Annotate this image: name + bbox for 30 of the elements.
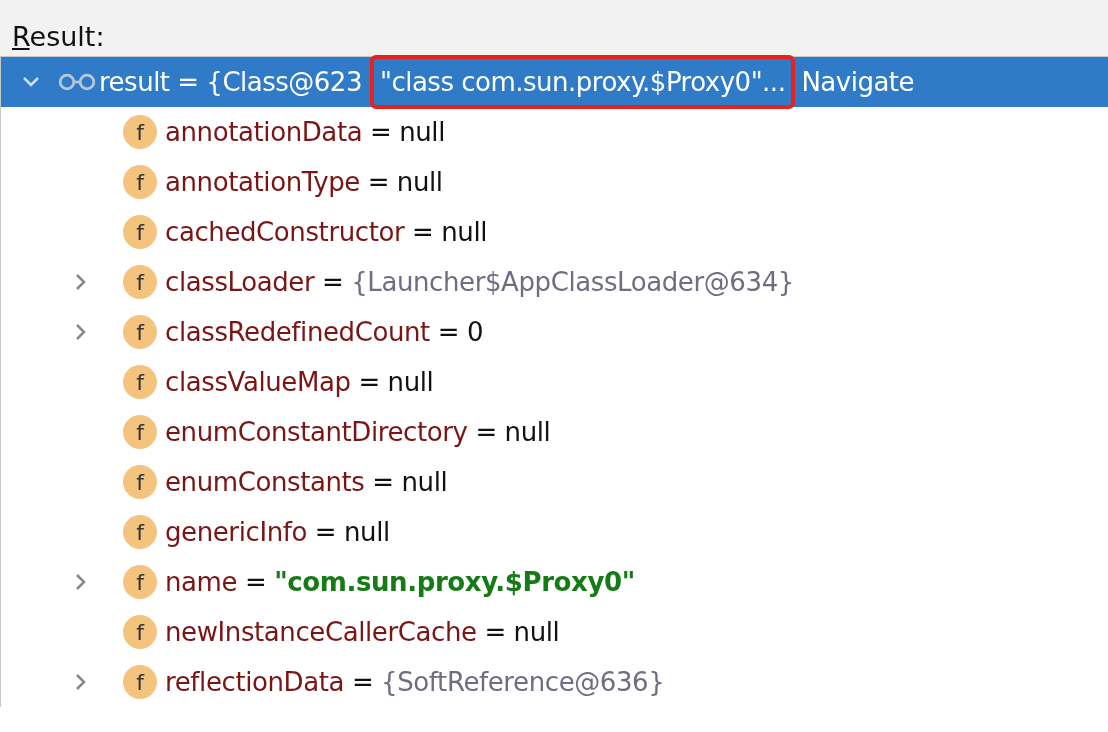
- field-icon: f: [123, 215, 157, 249]
- field-icon: f: [123, 165, 157, 199]
- field-icon: f: [123, 365, 157, 399]
- field-entry: annotationData = null: [165, 117, 445, 147]
- tree-row[interactable]: result = {Class@623 "class com.sun.proxy.$Proxy0"... Navigate: [1, 57, 1108, 107]
- field-entry: enumConstants = null: [165, 467, 448, 497]
- field-entry: newInstanceCallerCache = null: [165, 617, 560, 647]
- field-icon: f: [123, 615, 157, 649]
- field-icon: f: [123, 265, 157, 299]
- field-entry: name = "com.sun.proxy.$Proxy0": [165, 567, 635, 597]
- field-icon: f: [123, 315, 157, 349]
- result-label: Result:: [12, 21, 105, 54]
- result-value: "class com.sun.proxy.$Proxy0"...: [369, 55, 796, 109]
- result-text: result = {Class@623: [99, 67, 362, 97]
- field-entry: classLoader = {Launcher$AppClassLoader@634}: [165, 267, 794, 297]
- field-entry: classValueMap = null: [165, 367, 434, 397]
- field-entry: cachedConstructor = null: [165, 217, 488, 247]
- field-icon: f: [123, 465, 157, 499]
- field-entry: enumConstantDirectory = null: [165, 417, 551, 447]
- field-entry: genericInfo = null: [165, 517, 390, 547]
- field-icon: f: [123, 515, 157, 549]
- field-entry: reflectionData = {SoftReference@636}: [165, 667, 665, 697]
- field-icon: f: [123, 115, 157, 149]
- field-icon: f: [123, 565, 157, 599]
- navigate-link[interactable]: Navigate: [801, 67, 915, 97]
- field-icon: f: [123, 665, 157, 699]
- field-entry: classRedefinedCount = 0: [165, 317, 484, 347]
- field-entry: annotationType = null: [165, 167, 443, 197]
- field-icon: f: [123, 415, 157, 449]
- glasses-icon: [57, 72, 97, 92]
